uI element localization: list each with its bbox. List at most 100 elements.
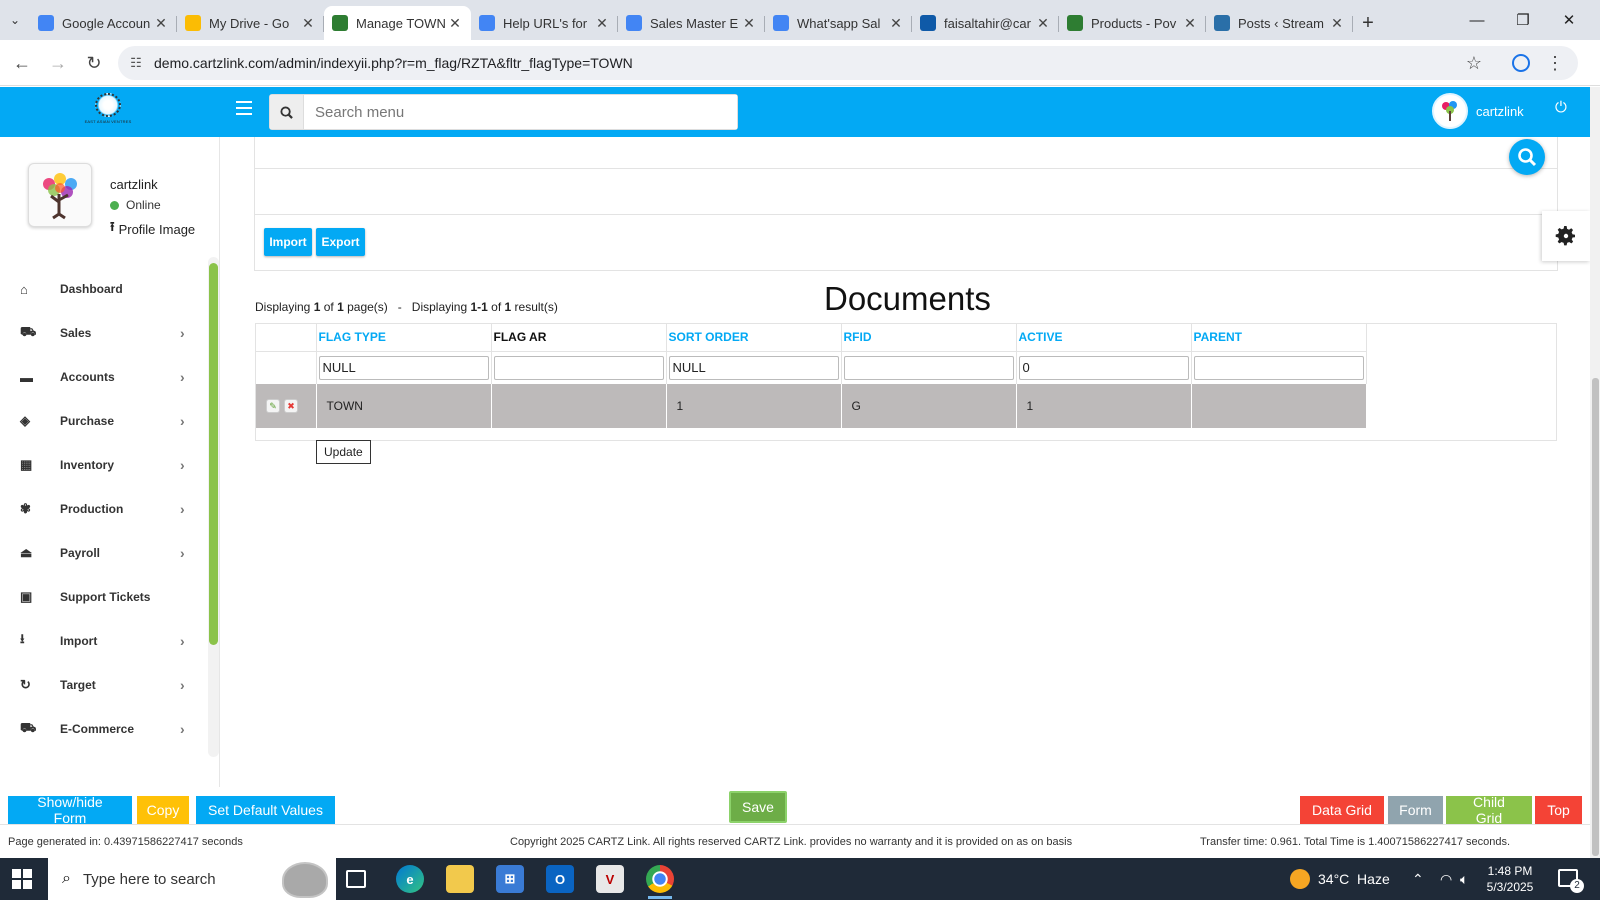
refresh-icon: ↻ — [20, 677, 31, 692]
windows-start-icon[interactable] — [12, 869, 32, 889]
tab-search-icon[interactable]: ⌄ — [0, 0, 30, 40]
save-button[interactable]: Save — [729, 791, 787, 823]
delete-icon[interactable]: ✖ — [284, 399, 298, 414]
task-view-icon[interactable] — [346, 870, 366, 888]
profile-image-link[interactable]: ⭱ Profile Image — [110, 218, 195, 240]
sidebar-item-inventory[interactable]: ▦ Inventory › — [0, 443, 200, 487]
sidebar-item-purchase[interactable]: ◈ Purchase › — [0, 399, 200, 443]
sidebar-item-accounts[interactable]: ▬ Accounts › — [0, 355, 200, 399]
sidebar-item-payroll[interactable]: ⏏ Payroll › — [0, 531, 200, 575]
header-user-name[interactable]: cartzlink — [1476, 104, 1524, 119]
chrome-icon[interactable] — [646, 865, 674, 899]
close-tab-icon[interactable]: ✕ — [1035, 15, 1051, 32]
url-field[interactable]: ☷ demo.cartzlink.com/admin/indexyii.php?… — [118, 46, 1578, 80]
table-cell — [1191, 384, 1367, 428]
close-tab-icon[interactable]: ✕ — [741, 15, 757, 32]
site-info-icon[interactable]: ☷ — [118, 55, 154, 71]
network-icon[interactable]: ◠ — [1440, 858, 1452, 900]
close-tab-icon[interactable]: ✕ — [300, 15, 316, 32]
browser-tab[interactable]: Products - Pov ✕ — [1059, 6, 1206, 40]
browser-tab[interactable]: Google Accoun ✕ — [30, 6, 177, 40]
close-tab-icon[interactable]: ✕ — [153, 15, 169, 32]
filter-input-rfid[interactable] — [843, 355, 1014, 380]
browser-tab[interactable]: Help URL's for ✕ — [471, 6, 618, 40]
new-tab-button[interactable]: + — [1353, 6, 1383, 40]
restore-icon[interactable]: ❐ — [1500, 0, 1546, 40]
edit-icon[interactable]: ✎ — [266, 399, 280, 414]
taskbar-search[interactable]: ⌕ Type here to search — [48, 858, 336, 900]
reload-icon[interactable]: ↻ — [82, 51, 106, 75]
sidebar-item-production[interactable]: ✾ Production › — [0, 487, 200, 531]
browser-tab[interactable]: My Drive - Go ✕ — [177, 6, 324, 40]
store-icon[interactable]: ⊞ — [496, 865, 524, 893]
show-hide-form-button[interactable]: Show/hide Form — [8, 794, 132, 826]
filter-input-parent[interactable] — [1193, 355, 1364, 380]
sidebar-item-target[interactable]: ↻ Target › — [0, 663, 200, 707]
browser-tab[interactable]: Manage TOWN ✕ — [324, 6, 471, 40]
copy-button[interactable]: Copy — [137, 796, 189, 824]
drive-icon — [185, 15, 201, 31]
export-button[interactable]: Export — [316, 228, 365, 256]
show-hidden-icons[interactable]: ⌃ — [1412, 858, 1424, 900]
sidebar-item-dashboard[interactable]: ⌂ Dashboard — [0, 267, 200, 311]
data-grid-button[interactable]: Data Grid — [1300, 796, 1384, 824]
column-header-active[interactable]: ACTIVE — [1016, 324, 1192, 352]
sidebar-item-label: Sales — [60, 326, 92, 340]
filter-input-flag-type[interactable] — [318, 355, 489, 380]
close-window-icon[interactable]: ✕ — [1546, 0, 1592, 40]
close-tab-icon[interactable]: ✕ — [594, 15, 610, 32]
sidebar-item-sales[interactable]: ⛟ Sales › — [0, 311, 200, 355]
close-tab-icon[interactable]: ✕ — [888, 15, 904, 32]
profile-icon[interactable] — [1512, 54, 1530, 72]
filter-input-flag-ar[interactable] — [493, 355, 664, 380]
file-explorer-icon[interactable] — [446, 865, 474, 893]
settings-gear-icon[interactable] — [1542, 211, 1590, 261]
browser-tab[interactable]: faisaltahir@car ✕ — [912, 6, 1059, 40]
browser-tab[interactable]: Posts ‹ Stream ✕ — [1206, 6, 1353, 40]
child-grid-button[interactable]: Child Grid — [1446, 794, 1532, 826]
user-avatar[interactable] — [1432, 93, 1468, 129]
column-header-sort-order[interactable]: SORT ORDER — [666, 324, 842, 352]
close-tab-icon[interactable]: ✕ — [1182, 15, 1198, 32]
form-button[interactable]: Form — [1388, 796, 1443, 824]
browser-tab[interactable]: What'sapp Sal ✕ — [765, 6, 912, 40]
company-logo[interactable]: EAST ASIAN VENTRES — [82, 93, 134, 129]
forward-icon[interactable]: → — [46, 51, 70, 75]
menu-search-input[interactable] — [304, 95, 737, 129]
sidebar-item-import[interactable]: ⭳ Import › — [0, 619, 200, 663]
column-header-parent[interactable]: PARENT — [1191, 324, 1367, 352]
page-scroll-thumb[interactable] — [1592, 378, 1599, 856]
bookmark-star-icon[interactable]: ☆ — [1466, 53, 1482, 74]
sidebar-item-e-commerce[interactable]: ⛟ E-Commerce › — [0, 707, 200, 751]
edge-icon[interactable]: e — [396, 865, 424, 893]
sidebar-item-support-tickets[interactable]: ▣ Support Tickets — [0, 575, 200, 619]
volume-icon[interactable]: 🔈︎ — [1460, 858, 1468, 900]
more-menu-icon[interactable]: ⋮ — [1546, 53, 1564, 74]
system-clock[interactable]: 1:48 PM 5/3/2025 — [1470, 863, 1550, 895]
hamburger-menu-icon[interactable] — [236, 101, 252, 115]
top-button[interactable]: Top — [1535, 796, 1582, 824]
column-header-flag-type[interactable]: FLAG TYPE — [316, 324, 492, 352]
close-tab-icon[interactable]: ✕ — [447, 15, 463, 32]
notification-center-icon[interactable]: 2 — [1558, 869, 1584, 893]
column-header-rfid[interactable]: RFID — [841, 324, 1017, 352]
weather-widget[interactable]: 34°C Haze — [1290, 858, 1390, 900]
minimize-icon[interactable]: — — [1454, 0, 1500, 40]
chevron-right-icon: › — [180, 721, 185, 737]
table-row[interactable]: ✎ ✖ TOWN 1 G 1 — [256, 384, 1367, 428]
briefcase-icon: ▬ — [20, 369, 33, 385]
cartzlink-icon — [1067, 15, 1083, 31]
vnc-viewer-icon[interactable]: V — [596, 865, 624, 893]
power-icon[interactable]: ⏻ — [1555, 99, 1567, 116]
outlook-icon[interactable]: O — [546, 865, 574, 893]
sidebar-scroll-thumb[interactable] — [209, 263, 218, 645]
search-icon[interactable] — [270, 95, 304, 129]
chevron-right-icon: › — [180, 501, 185, 517]
browser-tab[interactable]: Sales Master E ✕ — [618, 6, 765, 40]
import-button[interactable]: Import — [264, 228, 312, 256]
filter-input-active[interactable] — [1018, 355, 1189, 380]
set-default-values-button[interactable]: Set Default Values — [196, 796, 335, 824]
back-icon[interactable]: ← — [10, 51, 34, 75]
close-tab-icon[interactable]: ✕ — [1329, 15, 1345, 32]
filter-input-sort-order[interactable] — [668, 355, 839, 380]
